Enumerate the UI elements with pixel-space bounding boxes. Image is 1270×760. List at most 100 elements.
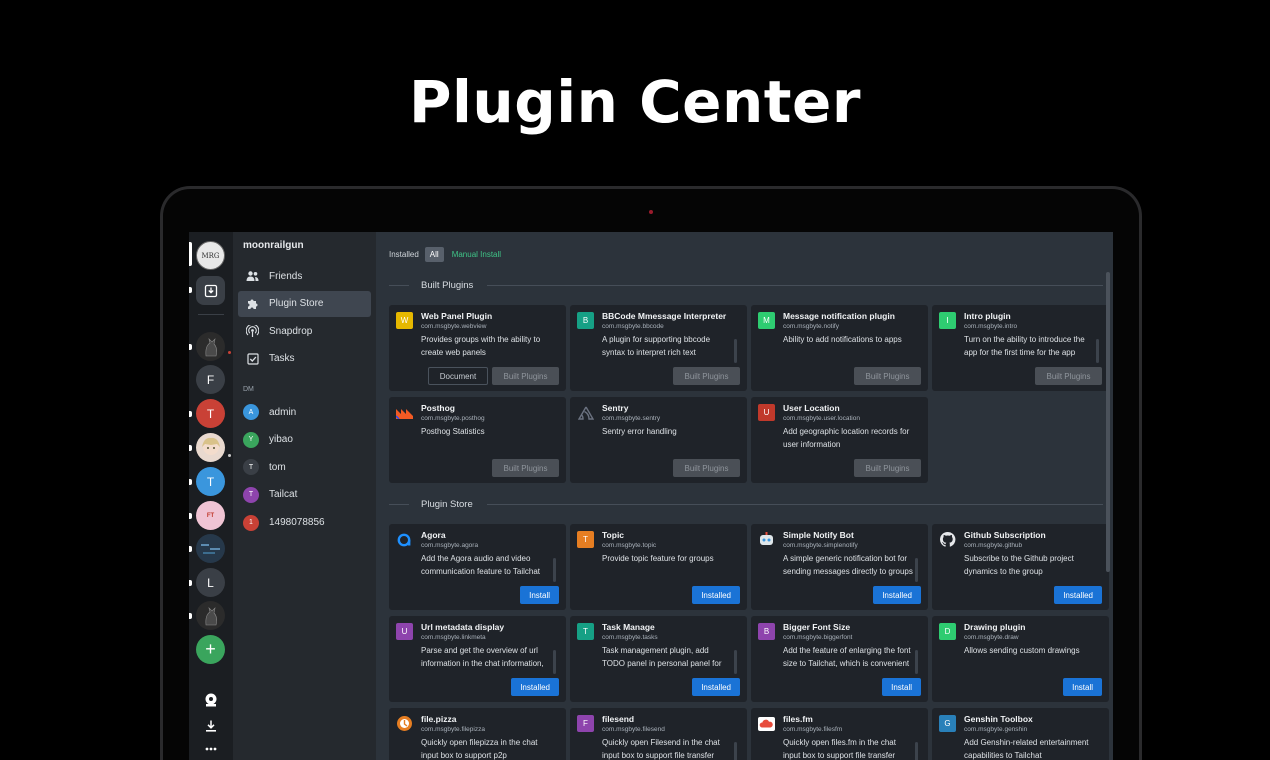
plugin-card: T Task Manage com.msgbyte.tasks Task manage…: [570, 616, 747, 702]
nav-item-plugin-store[interactable]: Plugin Store: [238, 290, 371, 317]
installed-button[interactable]: Installed: [692, 586, 740, 604]
plugin-letter-icon: W: [396, 312, 413, 329]
plugin-id: com.msgbyte.biggerfont: [783, 634, 853, 641]
broadcast-icon: [246, 324, 259, 338]
plugin-card: Simple Notify Bot com.msgbyte.simplenotif…: [751, 524, 928, 610]
installed-button[interactable]: Installed: [692, 678, 740, 696]
personal-avatar[interactable]: MRG: [196, 241, 225, 270]
plugin-id: com.msgbyte.linkmeta: [421, 634, 486, 641]
built-plugins-button: Built Plugins: [492, 367, 559, 385]
plugin-card: U Url metadata display com.msgbyte.linkmet…: [389, 616, 566, 702]
plugin-name: Github Subscription: [964, 530, 1046, 540]
add-server-button[interactable]: +: [196, 635, 225, 664]
plugin-name: User Location: [783, 403, 840, 413]
avatar: T: [243, 486, 259, 503]
server-cat-icon-2[interactable]: [196, 601, 225, 630]
users-icon: [246, 270, 259, 283]
filter-all[interactable]: All: [424, 246, 444, 262]
plugin-actions: Document Built Plugins: [428, 367, 559, 385]
description-scrollbar[interactable]: [915, 742, 918, 760]
pizza-icon: [396, 715, 413, 732]
plugin-id: com.msgbyte.intro: [964, 323, 1018, 330]
plugin-name: Genshin Toolbox: [964, 714, 1033, 724]
server-f[interactable]: F: [196, 365, 225, 394]
description-scrollbar[interactable]: [734, 650, 737, 674]
plugin-name: Bigger Font Size: [783, 622, 851, 632]
cloud-icon: [758, 715, 775, 732]
plugin-id: com.msgbyte.posthog: [421, 415, 485, 422]
dm-section-label: DM: [243, 386, 254, 394]
description-scrollbar[interactable]: [553, 650, 556, 674]
plugin-id: com.msgbyte.draw: [964, 634, 1019, 641]
built-plugins-button: Built Plugins: [673, 367, 740, 385]
description-scrollbar[interactable]: [734, 339, 737, 363]
server-cat-icon[interactable]: [196, 332, 225, 361]
plugin-name: Posthog: [421, 403, 455, 413]
nav-item-friends[interactable]: Friends: [238, 263, 371, 289]
installed-button[interactable]: Installed: [511, 678, 559, 696]
download-app-icon[interactable]: [196, 685, 225, 714]
server-dark-image[interactable]: [196, 534, 225, 563]
description-scrollbar[interactable]: [915, 558, 918, 582]
plugin-description: Task management plugin, add TODO panel i…: [602, 646, 722, 668]
section-store: Plugin Store: [389, 499, 1113, 510]
plugin-name: Sentry: [602, 403, 629, 413]
server-fairytail-icon[interactable]: FT: [196, 501, 225, 530]
plugin-description: Quickly open files.fm in the chat input …: [783, 738, 896, 760]
nav-item-snapdrop[interactable]: Snapdrop: [238, 318, 371, 344]
nav-item-tasks[interactable]: Tasks: [238, 346, 371, 372]
plugin-letter-icon: M: [758, 312, 775, 329]
plugin-actions: Install: [882, 678, 921, 696]
plugin-card: Posthog com.msgbyte.posthog Posthog Statis…: [389, 397, 566, 483]
plugin-name: Intro plugin: [964, 311, 1011, 321]
checkbox-icon: [246, 352, 259, 365]
plugin-card: U User Location com.msgbyte.user.location A…: [751, 397, 928, 483]
document-button[interactable]: Document: [428, 367, 488, 385]
server-t-red[interactable]: T: [196, 399, 225, 428]
filter-installed[interactable]: Installed: [389, 250, 419, 259]
built-plugins-button: Built Plugins: [492, 459, 559, 477]
inbox-icon[interactable]: [196, 276, 225, 305]
plugin-name: Task Manage: [602, 622, 655, 632]
hero-title: Plugin Center: [409, 68, 861, 136]
dm-item-1498078856[interactable]: 1 1498078856: [238, 509, 371, 537]
description-scrollbar[interactable]: [553, 558, 556, 582]
dm-item-admin[interactable]: A admin: [238, 398, 371, 426]
dm-item-tom[interactable]: T tom: [238, 454, 371, 482]
description-scrollbar[interactable]: [1096, 339, 1099, 363]
server-t-blue[interactable]: T: [196, 467, 225, 496]
server-anime-avatar[interactable]: [196, 433, 225, 462]
description-scrollbar[interactable]: [734, 742, 737, 760]
plugin-id: com.msgbyte.simplenotify: [783, 542, 858, 549]
sentry-icon: [577, 404, 594, 421]
agora-icon: [396, 531, 413, 548]
posthog-icon: [396, 404, 413, 421]
main-scrollbar[interactable]: [1106, 272, 1110, 572]
plugin-description: A simple generic notification bot for se…: [783, 554, 913, 576]
plugin-letter-icon: U: [758, 404, 775, 421]
plugin-card: I Intro plugin com.msgbyte.intro Turn on th…: [932, 305, 1109, 391]
plugin-card: W Web Panel Plugin com.msgbyte.webview Prov…: [389, 305, 566, 391]
plugin-card: files.fm com.msgbyte.filesfm Quickly open …: [751, 708, 928, 760]
server-l[interactable]: L: [196, 568, 225, 597]
installed-button[interactable]: Installed: [873, 586, 921, 604]
plugin-id: com.msgbyte.filesfm: [783, 726, 843, 733]
install-button[interactable]: Install: [520, 586, 559, 604]
manual-install-link[interactable]: Manual Install: [452, 250, 501, 259]
plugin-letter-icon: I: [939, 312, 956, 329]
plugin-description: Sentry error handling: [602, 427, 677, 436]
plugin-name: Message notification plugin: [783, 311, 895, 321]
plugin-actions: Built Plugins: [673, 459, 740, 477]
plugin-actions: Installed: [1054, 586, 1102, 604]
installed-button[interactable]: Installed: [1054, 586, 1102, 604]
install-button[interactable]: Install: [882, 678, 921, 696]
dm-item-yibao[interactable]: Y yibao: [238, 426, 371, 454]
avatar: A: [243, 404, 259, 421]
dm-item-tailcat[interactable]: T Tailcat: [238, 481, 371, 509]
plugin-actions: Built Plugins: [1035, 367, 1102, 385]
description-scrollbar[interactable]: [915, 650, 918, 674]
install-button[interactable]: Install: [1063, 678, 1102, 696]
plugin-actions: Built Plugins: [854, 367, 921, 385]
plugin-actions: Install: [1063, 678, 1102, 696]
more-icon[interactable]: [196, 734, 225, 760]
